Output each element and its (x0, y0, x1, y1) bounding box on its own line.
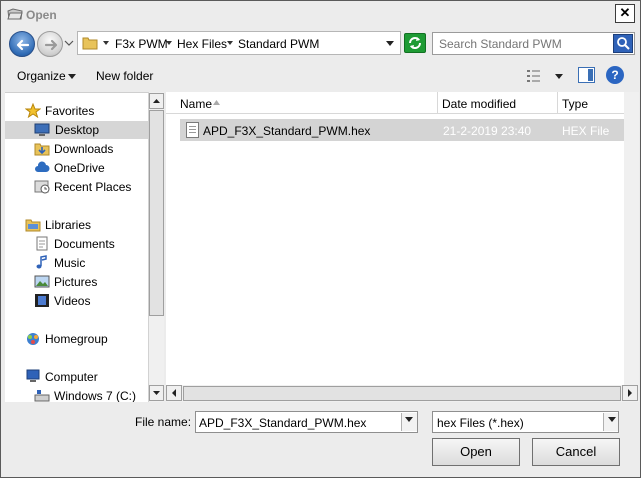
scroll-left-icon (172, 389, 176, 397)
computer-icon (26, 369, 40, 382)
file-name-dropdown[interactable] (401, 413, 417, 431)
view-options-icon[interactable] (526, 69, 542, 83)
scroll-down-button[interactable] (149, 385, 164, 401)
refresh-button[interactable] (404, 33, 426, 53)
search-input[interactable] (439, 37, 609, 51)
preview-pane-icon[interactable] (578, 67, 595, 83)
file-type-value: hex Files (*.hex) (437, 416, 524, 430)
back-button[interactable] (9, 31, 35, 57)
desktop-icon (34, 123, 50, 136)
address-bar[interactable]: F3x PWM Hex Files Standard PWM (77, 31, 401, 55)
open-button[interactable]: Open (432, 438, 520, 466)
sidebar-item-desktop[interactable]: Desktop (5, 121, 148, 139)
file-name: APD_F3X_Standard_PWM.hex (203, 124, 371, 138)
sidebar-item-downloads[interactable]: Downloads (34, 140, 144, 158)
sidebar-item-pictures[interactable]: Pictures (34, 273, 144, 291)
scroll-up-button[interactable] (149, 93, 164, 109)
scroll-right-icon (628, 389, 632, 397)
sidebar-item-recent-places[interactable]: Recent Places (34, 178, 144, 196)
sidebar-item-videos[interactable]: Videos (34, 292, 144, 310)
sidebar-item-documents[interactable]: Documents (34, 235, 144, 253)
sidebar-item-windows-drive[interactable]: Windows 7 (C:) (34, 387, 148, 402)
new-folder-button[interactable]: New folder (96, 69, 153, 83)
forward-button[interactable] (37, 31, 63, 57)
breadcrumb-f3x-pwm[interactable]: F3x PWM (115, 37, 168, 51)
scroll-right-button[interactable] (622, 385, 638, 401)
file-name-label: File name: (135, 415, 192, 429)
organize-dropdown-icon[interactable] (68, 74, 76, 79)
folder-icon (82, 37, 98, 50)
sidebar-item-onedrive[interactable]: OneDrive (34, 159, 144, 177)
file-type-select[interactable]: hex Files (*.hex) (432, 411, 619, 433)
music-icon (36, 255, 47, 269)
horizontal-scroll-thumb[interactable] (183, 386, 621, 401)
libraries-icon (25, 219, 41, 232)
dialog-folder-icon (7, 8, 23, 20)
search-icon (617, 37, 630, 50)
breadcrumb-separator-icon[interactable] (166, 41, 172, 45)
back-arrow-icon (16, 39, 30, 51)
open-dialog: Open ✕ F3x PWM Hex Files Standard PWM Se… (0, 0, 641, 478)
navigation-pane: Favorites Desktop Downloads OneDrive Rec… (5, 92, 148, 402)
scroll-left-button[interactable] (166, 385, 182, 401)
search-box[interactable] (432, 32, 635, 55)
sidebar-item-favorites[interactable]: Favorites (25, 102, 145, 120)
title-bar: Open ✕ (1, 1, 640, 27)
drive-icon (34, 390, 50, 402)
file-icon (186, 122, 199, 138)
column-header-date-modified[interactable]: Date modified (438, 92, 558, 114)
cancel-button[interactable]: Cancel (532, 438, 620, 466)
breadcrumb-separator-icon[interactable] (103, 41, 109, 45)
file-date: 21-2-2019 23:40 (443, 124, 532, 138)
sort-ascending-icon (213, 100, 220, 105)
scroll-down-icon (153, 391, 160, 395)
file-type: HEX File (562, 124, 610, 138)
search-button[interactable] (613, 34, 633, 53)
help-icon[interactable]: ? (606, 66, 624, 84)
file-list-vertical-scrollbar[interactable] (624, 92, 639, 385)
cloud-icon (35, 161, 50, 172)
recent-places-icon (34, 180, 50, 194)
downloads-folder-icon (34, 143, 50, 156)
sidebar-item-libraries[interactable]: Libraries (25, 216, 145, 234)
sidebar-item-homegroup[interactable]: Homegroup (25, 330, 145, 348)
star-icon (25, 103, 41, 118)
pictures-icon (34, 275, 50, 288)
chevron-down-icon (608, 417, 616, 422)
organize-button[interactable]: Organize (17, 69, 66, 83)
command-toolbar: Organize New folder ? (1, 63, 640, 89)
file-type-dropdown[interactable] (603, 413, 618, 431)
column-header-name[interactable]: Name (166, 92, 438, 114)
close-button[interactable]: ✕ (615, 4, 635, 23)
file-list: Name Date modified Type APD_F3X_Standard… (166, 92, 639, 385)
window-title: Open (26, 8, 57, 22)
breadcrumb-hex-files[interactable]: Hex Files (177, 37, 227, 51)
file-list-horizontal-scrollbar[interactable] (166, 385, 639, 402)
close-icon: ✕ (619, 5, 631, 20)
navigation-pane-scrollbar[interactable] (148, 92, 164, 402)
scroll-thumb[interactable] (149, 110, 164, 316)
homegroup-icon (27, 333, 39, 345)
forward-arrow-icon (44, 39, 58, 51)
file-name-value: APD_F3X_Standard_PWM.hex (199, 416, 367, 430)
breadcrumb-separator-icon[interactable] (227, 41, 233, 45)
refresh-icon (409, 37, 421, 49)
document-icon (36, 236, 48, 251)
scroll-up-icon (153, 99, 160, 103)
file-name-input[interactable]: APD_F3X_Standard_PWM.hex (195, 411, 418, 433)
file-row-selected[interactable]: APD_F3X_Standard_PWM.hex 21-2-2019 23:40… (180, 119, 639, 141)
view-dropdown-icon[interactable] (555, 74, 563, 79)
video-icon (35, 294, 49, 307)
chevron-down-icon (405, 417, 413, 422)
recent-locations-dropdown-icon[interactable] (64, 39, 74, 47)
address-dropdown-icon[interactable] (386, 41, 394, 46)
sidebar-item-music[interactable]: Music (34, 254, 144, 272)
sidebar-item-computer[interactable]: Computer (25, 368, 145, 386)
breadcrumb-standard-pwm[interactable]: Standard PWM (238, 37, 319, 51)
